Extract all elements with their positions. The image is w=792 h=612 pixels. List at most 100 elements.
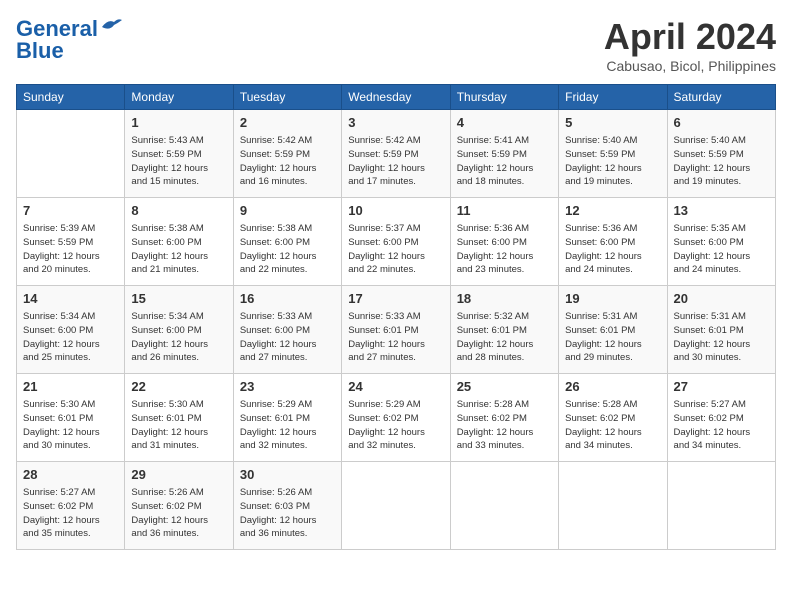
day-number: 15 [131, 290, 226, 308]
day-info: Sunrise: 5:41 AMSunset: 5:59 PMDaylight:… [457, 134, 552, 189]
day-number: 20 [674, 290, 769, 308]
calendar-cell: 18 Sunrise: 5:32 AMSunset: 6:01 PMDayligh… [450, 286, 558, 374]
day-number: 19 [565, 290, 660, 308]
calendar-table: SundayMondayTuesdayWednesdayThursdayFrid… [16, 84, 776, 550]
weekday-header-saturday: Saturday [667, 85, 775, 110]
day-info: Sunrise: 5:42 AMSunset: 5:59 PMDaylight:… [240, 134, 335, 189]
day-info: Sunrise: 5:31 AMSunset: 6:01 PMDaylight:… [674, 310, 769, 365]
day-info: Sunrise: 5:34 AMSunset: 6:00 PMDaylight:… [23, 310, 118, 365]
day-number: 24 [348, 378, 443, 396]
calendar-week-row: 7 Sunrise: 5:39 AMSunset: 5:59 PMDaylight… [17, 198, 776, 286]
day-number: 8 [131, 202, 226, 220]
day-info: Sunrise: 5:43 AMSunset: 5:59 PMDaylight:… [131, 134, 226, 189]
day-info: Sunrise: 5:28 AMSunset: 6:02 PMDaylight:… [457, 398, 552, 453]
calendar-cell: 29 Sunrise: 5:26 AMSunset: 6:02 PMDayligh… [125, 462, 233, 550]
calendar-cell: 3 Sunrise: 5:42 AMSunset: 5:59 PMDaylight… [342, 110, 450, 198]
calendar-cell: 14Sunrise: 5:34 AMSunset: 6:00 PMDayligh… [17, 286, 125, 374]
calendar-week-row: 21 Sunrise: 5:30 AMSunset: 6:01 PMDayligh… [17, 374, 776, 462]
calendar-cell: 30 Sunrise: 5:26 AMSunset: 6:03 PMDayligh… [233, 462, 341, 550]
day-number: 26 [565, 378, 660, 396]
day-number: 25 [457, 378, 552, 396]
calendar-cell: 6 Sunrise: 5:40 AMSunset: 5:59 PMDaylight… [667, 110, 775, 198]
calendar-cell: 25 Sunrise: 5:28 AMSunset: 6:02 PMDayligh… [450, 374, 558, 462]
calendar-cell: 10 Sunrise: 5:37 AMSunset: 6:00 PMDayligh… [342, 198, 450, 286]
day-number: 23 [240, 378, 335, 396]
day-info: Sunrise: 5:36 AMSunset: 6:00 PMDaylight:… [457, 222, 552, 277]
day-info: Sunrise: 5:40 AMSunset: 5:59 PMDaylight:… [674, 134, 769, 189]
calendar-cell: 12 Sunrise: 5:36 AMSunset: 6:00 PMDayligh… [559, 198, 667, 286]
day-number: 22 [131, 378, 226, 396]
calendar-cell [17, 110, 125, 198]
page-header: General Blue April 2024 Cabusao, Bicol, … [16, 16, 776, 74]
calendar-cell: 13 Sunrise: 5:35 AMSunset: 6:00 PMDayligh… [667, 198, 775, 286]
calendar-cell [450, 462, 558, 550]
calendar-week-row: 1 Sunrise: 5:43 AMSunset: 5:59 PMDaylight… [17, 110, 776, 198]
calendar-cell: 16 Sunrise: 5:33 AMSunset: 6:00 PMDayligh… [233, 286, 341, 374]
weekday-header-thursday: Thursday [450, 85, 558, 110]
day-number: 4 [457, 114, 552, 132]
day-info: Sunrise: 5:30 AMSunset: 6:01 PMDaylight:… [23, 398, 118, 453]
day-info: Sunrise: 5:29 AMSunset: 6:01 PMDaylight:… [240, 398, 335, 453]
weekday-header-friday: Friday [559, 85, 667, 110]
day-number: 1 [131, 114, 226, 132]
calendar-week-row: 28 Sunrise: 5:27 AMSunset: 6:02 PMDayligh… [17, 462, 776, 550]
calendar-cell: 19 Sunrise: 5:31 AMSunset: 6:01 PMDayligh… [559, 286, 667, 374]
day-info: Sunrise: 5:28 AMSunset: 6:02 PMDaylight:… [565, 398, 660, 453]
day-info: Sunrise: 5:31 AMSunset: 6:01 PMDaylight:… [565, 310, 660, 365]
day-info: Sunrise: 5:39 AMSunset: 5:59 PMDaylight:… [23, 222, 118, 277]
day-info: Sunrise: 5:33 AMSunset: 6:00 PMDaylight:… [240, 310, 335, 365]
calendar-cell: 17Sunrise: 5:33 AMSunset: 6:01 PMDayligh… [342, 286, 450, 374]
calendar-cell: 24 Sunrise: 5:29 AMSunset: 6:02 PMDayligh… [342, 374, 450, 462]
day-number: 7 [23, 202, 118, 220]
calendar-cell: 27 Sunrise: 5:27 AMSunset: 6:02 PMDayligh… [667, 374, 775, 462]
day-number: 9 [240, 202, 335, 220]
calendar-cell: 20 Sunrise: 5:31 AMSunset: 6:01 PMDayligh… [667, 286, 775, 374]
month-title: April 2024 [604, 16, 776, 58]
day-number: 3 [348, 114, 443, 132]
day-info: Sunrise: 5:34 AMSunset: 6:00 PMDaylight:… [131, 310, 226, 365]
day-number: 16 [240, 290, 335, 308]
logo-blue: Blue [16, 38, 64, 64]
calendar-cell: 9 Sunrise: 5:38 AMSunset: 6:00 PMDaylight… [233, 198, 341, 286]
day-number: 28 [23, 466, 118, 484]
day-number: 6 [674, 114, 769, 132]
weekday-header-tuesday: Tuesday [233, 85, 341, 110]
day-info: Sunrise: 5:35 AMSunset: 6:00 PMDaylight:… [674, 222, 769, 277]
day-number: 5 [565, 114, 660, 132]
day-info: Sunrise: 5:33 AMSunset: 6:01 PMDaylight:… [348, 310, 443, 365]
day-info: Sunrise: 5:27 AMSunset: 6:02 PMDaylight:… [23, 486, 118, 541]
day-info: Sunrise: 5:26 AMSunset: 6:02 PMDaylight:… [131, 486, 226, 541]
day-number: 12 [565, 202, 660, 220]
day-number: 10 [348, 202, 443, 220]
day-info: Sunrise: 5:26 AMSunset: 6:03 PMDaylight:… [240, 486, 335, 541]
day-info: Sunrise: 5:42 AMSunset: 5:59 PMDaylight:… [348, 134, 443, 189]
calendar-cell: 2Sunrise: 5:42 AMSunset: 5:59 PMDaylight… [233, 110, 341, 198]
day-number: 30 [240, 466, 335, 484]
day-info: Sunrise: 5:37 AMSunset: 6:00 PMDaylight:… [348, 222, 443, 277]
calendar-cell [559, 462, 667, 550]
calendar-cell [667, 462, 775, 550]
day-info: Sunrise: 5:36 AMSunset: 6:00 PMDaylight:… [565, 222, 660, 277]
day-info: Sunrise: 5:32 AMSunset: 6:01 PMDaylight:… [457, 310, 552, 365]
weekday-header-wednesday: Wednesday [342, 85, 450, 110]
calendar-cell: 11 Sunrise: 5:36 AMSunset: 6:00 PMDayligh… [450, 198, 558, 286]
day-number: 29 [131, 466, 226, 484]
day-number: 18 [457, 290, 552, 308]
location: Cabusao, Bicol, Philippines [604, 58, 776, 74]
calendar-week-row: 14Sunrise: 5:34 AMSunset: 6:00 PMDayligh… [17, 286, 776, 374]
day-info: Sunrise: 5:40 AMSunset: 5:59 PMDaylight:… [565, 134, 660, 189]
day-number: 27 [674, 378, 769, 396]
day-info: Sunrise: 5:29 AMSunset: 6:02 PMDaylight:… [348, 398, 443, 453]
day-info: Sunrise: 5:27 AMSunset: 6:02 PMDaylight:… [674, 398, 769, 453]
day-number: 21 [23, 378, 118, 396]
day-info: Sunrise: 5:38 AMSunset: 6:00 PMDaylight:… [131, 222, 226, 277]
day-info: Sunrise: 5:38 AMSunset: 6:00 PMDaylight:… [240, 222, 335, 277]
day-number: 11 [457, 202, 552, 220]
weekday-header-sunday: Sunday [17, 85, 125, 110]
day-number: 13 [674, 202, 769, 220]
calendar-cell: 28 Sunrise: 5:27 AMSunset: 6:02 PMDayligh… [17, 462, 125, 550]
calendar-cell: 22Sunrise: 5:30 AMSunset: 6:01 PMDayligh… [125, 374, 233, 462]
calendar-cell: 8 Sunrise: 5:38 AMSunset: 6:00 PMDaylight… [125, 198, 233, 286]
calendar-cell: 15 Sunrise: 5:34 AMSunset: 6:00 PMDayligh… [125, 286, 233, 374]
title-block: April 2024 Cabusao, Bicol, Philippines [604, 16, 776, 74]
